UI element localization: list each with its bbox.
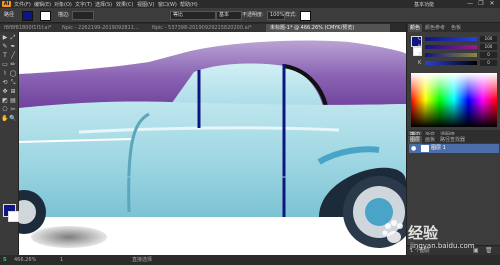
- pen-tool-icon[interactable]: ✒: [9, 43, 17, 51]
- layer-name[interactable]: 图层 1: [431, 145, 446, 152]
- shape-builder-icon[interactable]: ⊞: [9, 88, 17, 96]
- slider-m[interactable]: M 100: [418, 44, 497, 50]
- slider-c[interactable]: C 100: [418, 36, 497, 42]
- menu-select[interactable]: 选择(S): [95, 1, 112, 8]
- color-panel-tabs: 颜色 颜色参考 色板: [407, 23, 500, 32]
- scale-tool-icon[interactable]: ⤡: [9, 79, 17, 87]
- hand-tool-icon[interactable]: ✋: [1, 115, 9, 123]
- color-spectrum[interactable]: [411, 73, 497, 127]
- doc-tab-2[interactable]: Npic - 2262199-2019092811...: [58, 24, 154, 32]
- close-icon[interactable]: ✕: [488, 1, 496, 7]
- direct-selection-tool-icon[interactable]: ⤢: [9, 34, 17, 42]
- document-tabs: f8f8f81800f1f1f.ai* Npic - 2262199-20190…: [0, 23, 406, 32]
- menu-help[interactable]: 帮助(H): [180, 1, 198, 8]
- slider-y-label: Y: [418, 52, 422, 58]
- type-tool-icon[interactable]: T: [1, 52, 9, 60]
- doc-tab-active[interactable]: 未标题-1* @ 466.26% (CMYK/预览): [266, 24, 390, 32]
- menu-window[interactable]: 窗口(W): [158, 1, 177, 8]
- gradient-tool-icon[interactable]: ◩: [1, 97, 9, 105]
- graphic-style-swatch[interactable]: [300, 11, 311, 21]
- watermark-text: 经验: [408, 224, 439, 242]
- slider-k-value[interactable]: 0: [480, 60, 497, 66]
- minimize-icon[interactable]: —: [466, 1, 474, 7]
- tab-color[interactable]: 颜色: [408, 24, 423, 32]
- blob-brush-icon[interactable]: ◯: [9, 70, 17, 78]
- tab-color-guide[interactable]: 颜色参考: [423, 24, 447, 32]
- slider-k-track[interactable]: [425, 61, 477, 65]
- paintbrush-tool-icon[interactable]: ⌇: [1, 70, 9, 78]
- tab-swatches[interactable]: 色板: [449, 24, 463, 32]
- stroke-swatch[interactable]: [40, 11, 51, 21]
- eye-icon[interactable]: ●: [411, 145, 416, 152]
- car-shadow: [31, 226, 107, 248]
- watermark: 经验 jingyan.baidu.com: [382, 214, 498, 260]
- variable-width-profile[interactable]: 等比: [170, 11, 216, 20]
- brush-definition[interactable]: 基本: [216, 11, 242, 20]
- tab-pathfinder[interactable]: 路径查找器: [438, 136, 467, 144]
- menu-view[interactable]: 视图(V): [137, 1, 154, 8]
- rectangle-tool-icon[interactable]: ▭: [1, 61, 9, 69]
- stroke-weight-field[interactable]: [72, 11, 94, 20]
- tab-artboards[interactable]: 画板: [423, 136, 437, 144]
- slider-c-track[interactable]: [425, 37, 477, 41]
- slider-m-value[interactable]: 100: [480, 44, 497, 50]
- style-label: 样式:: [285, 12, 297, 18]
- line-tool-icon[interactable]: ╱: [9, 52, 17, 60]
- maximize-icon[interactable]: ❐: [477, 1, 485, 7]
- slider-y-track[interactable]: [425, 53, 477, 57]
- watermark-url: jingyan.baidu.com: [410, 242, 475, 250]
- profile-label: 等比: [173, 12, 184, 18]
- fill-swatch[interactable]: [22, 11, 33, 21]
- toolbox: ▶ ⤢ ✎ ✒ T ╱ ▭ ✏ ⌇ ◯ ⟲ ⤡ ✥ ⊞ ◩ ▤ ⎔ ✂ ✋ 🔍: [0, 32, 19, 255]
- tab-layers[interactable]: 图层: [408, 136, 423, 144]
- stroke-color-box[interactable]: [8, 211, 19, 222]
- zoom-tool-icon[interactable]: 🔍: [9, 115, 17, 123]
- rotate-tool-icon[interactable]: ⟲: [1, 79, 9, 87]
- paw-logo-icon: [382, 220, 403, 243]
- slider-m-label: M: [418, 44, 423, 50]
- slider-c-label: C: [418, 36, 422, 42]
- menu-object[interactable]: 对象(O): [54, 1, 72, 8]
- scissors-tool-icon[interactable]: ✂: [9, 106, 17, 114]
- menu-file[interactable]: 文件(F): [14, 1, 31, 8]
- menu-type[interactable]: 文字(T): [75, 1, 92, 8]
- layer-thumbnail: [421, 145, 429, 152]
- opacity-field[interactable]: 100%: [267, 11, 285, 20]
- slider-k-label: K: [418, 60, 422, 66]
- slider-m-track[interactable]: [425, 45, 477, 49]
- brush-label: 基本: [219, 12, 230, 18]
- slider-y-value[interactable]: 0: [480, 52, 497, 58]
- slider-y[interactable]: Y 0: [418, 52, 497, 58]
- slider-c-value[interactable]: 100: [480, 36, 497, 42]
- artboard-tool-icon[interactable]: ⎔: [1, 106, 9, 114]
- opacity-label: 不透明度:: [242, 12, 264, 18]
- layer-row[interactable]: ● 图层 1: [409, 144, 499, 153]
- graph-tool-icon[interactable]: ▤: [9, 97, 17, 105]
- menu-bar: Ai 文件(F) 编辑(E) 对象(O) 文字(T) 选择(S) 效果(C) 视…: [0, 0, 500, 8]
- layers-panel-tabs: 图层 画板 路径查找器: [407, 135, 500, 144]
- pencil-tool-icon[interactable]: ✏: [9, 61, 17, 69]
- doc-tab-3[interactable]: Npic - 537398-20190929215820200.ai*: [148, 24, 272, 32]
- app-logo: Ai: [2, 1, 11, 7]
- artboard-canvas[interactable]: [19, 32, 406, 255]
- workspace-switcher[interactable]: 基本功能: [414, 1, 434, 8]
- doc-tab-1[interactable]: f8f8f81800f1f1f.ai*: [0, 24, 64, 32]
- control-bar: 路径 描边: 等比 基本 不透明度: 100% 样式:: [0, 8, 500, 23]
- slider-k[interactable]: K 0: [418, 60, 497, 66]
- stroke-label: 描边:: [58, 12, 70, 18]
- magic-wand-icon[interactable]: ✎: [1, 43, 9, 51]
- menu-effect[interactable]: 效果(C): [116, 1, 133, 8]
- car-artwork: [19, 40, 406, 248]
- current-tool: 直接选择: [132, 257, 153, 263]
- selection-tool-icon[interactable]: ▶: [1, 34, 9, 42]
- zoom-level[interactable]: 466.26%: [14, 256, 36, 264]
- selection-type: 路径: [4, 12, 15, 18]
- page-number[interactable]: 1: [60, 256, 63, 264]
- free-transform-icon[interactable]: ✥: [1, 88, 9, 96]
- menu-edit[interactable]: 编辑(E): [34, 1, 51, 8]
- status-logo-icon: S: [3, 257, 7, 263]
